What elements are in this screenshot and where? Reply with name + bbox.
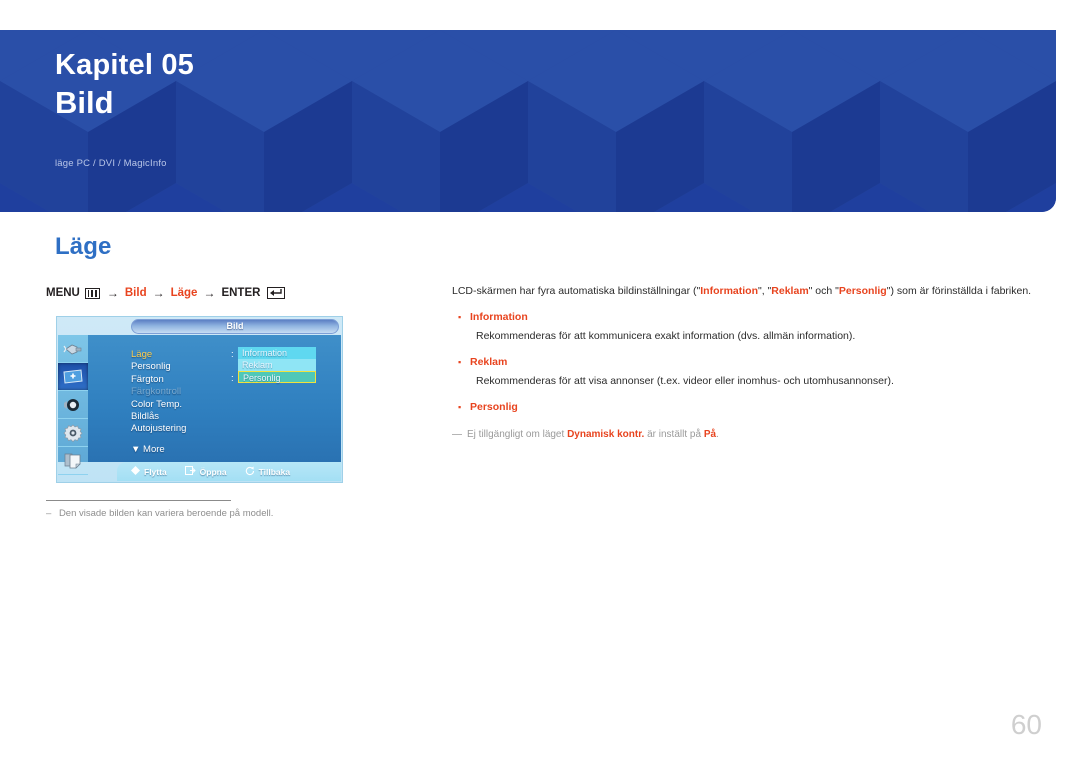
menu-path-breadcrumb: MENU → Bild → Läge → ENTER: [46, 286, 286, 300]
osd-icon-setup-gear[interactable]: [58, 419, 88, 447]
banner-subtitle: läge PC / DVI / MagicInfo: [55, 158, 167, 169]
osd-item-color-temp[interactable]: Color Temp.: [131, 399, 186, 411]
list-item: ▪ Reklam Rekommenderas för att visa anno…: [452, 355, 1022, 389]
note-text-after: .: [716, 429, 719, 440]
body-column: LCD-skärmen har fyra automatiska bildins…: [452, 284, 1031, 442]
osd-item-fargton[interactable]: Färgton: [131, 374, 186, 386]
osd-item-autojustering[interactable]: Autojustering: [131, 423, 186, 435]
osd-item-more[interactable]: ▼ More: [131, 444, 186, 456]
footnote-divider: [46, 500, 231, 501]
menu-path-enter-label: ENTER: [221, 287, 261, 299]
lead-keyword-information: Information: [700, 285, 758, 297]
note-keyword-pa: På: [703, 429, 717, 440]
bullet-desc-information: Rekommenderas för att kommunicera exakt …: [476, 330, 856, 342]
osd-screenshot: Bild Läge Personlig Färgton Färgkontroll…: [56, 316, 343, 483]
osd-footer-bar: Flytta Öppna Tillbaka: [117, 462, 341, 481]
osd-value-reklam[interactable]: Reklam: [238, 359, 316, 371]
bullet-label-information: Information: [470, 311, 528, 323]
osd-icon-input-source[interactable]: [58, 335, 88, 363]
osd-icon-sound[interactable]: [58, 391, 88, 419]
page-title: Läge: [55, 233, 112, 260]
osd-value-panel: Information Reklam Personlig: [238, 347, 316, 383]
footnote-dash: –: [46, 508, 52, 519]
osd-more-label: More: [143, 443, 165, 455]
bullet-square-icon: ▪: [458, 357, 462, 367]
lead-keyword-reklam: Reklam: [771, 285, 809, 297]
osd-value-personlig[interactable]: Personlig: [238, 371, 316, 383]
note-keyword-dynamisk-kontr: Dynamisk kontr.: [567, 429, 645, 440]
menu-path-menu-label: MENU: [46, 287, 80, 299]
bullet-desc-reklam: Rekommenderas för att visa annonser (t.e…: [476, 375, 894, 387]
osd-footer-move-label: Flytta: [144, 466, 167, 477]
lead-keyword-personlig: Personlig: [838, 285, 887, 297]
osd-title-text: Bild: [226, 321, 244, 331]
osd-colon-lage: :: [231, 349, 234, 360]
osd-footer-back[interactable]: Tillbaka: [245, 466, 291, 478]
note-text-before: Ej tillgängligt om läget: [467, 429, 568, 440]
path-arrow-3: →: [203, 286, 216, 300]
menu-path-step-bild: Bild: [124, 287, 147, 299]
osd-menu-list: Läge Personlig Färgton Färgkontroll Colo…: [131, 349, 186, 456]
lead-text-mid2: " och ": [808, 285, 839, 297]
bullet-label-personlig: Personlig: [470, 401, 518, 413]
osd-sidebar: [58, 335, 89, 475]
lead-text-mid1: ", ": [758, 285, 772, 297]
osd-item-personlig[interactable]: Personlig: [131, 361, 186, 373]
move-diamond-icon: [131, 466, 140, 477]
list-item: ▪ Personlig: [452, 400, 1022, 414]
osd-footer-back-label: Tillbaka: [258, 466, 291, 477]
bullet-label-reklam: Reklam: [470, 356, 508, 368]
open-enter-icon: [184, 466, 196, 477]
osd-titlebar: Bild: [131, 319, 339, 334]
chapter-title: Bild: [55, 85, 114, 121]
osd-footer-open[interactable]: Öppna: [184, 466, 227, 477]
osd-item-fargkontroll: Färgkontroll: [131, 386, 182, 398]
triangle-down-icon: ▼: [131, 443, 141, 455]
image-footnote: – Den visade bilden kan variera beroende…: [46, 508, 273, 519]
osd-item-bildlas[interactable]: Bildlås: [131, 411, 186, 423]
page-number: 60: [1010, 709, 1042, 740]
bullet-square-icon: ▪: [458, 402, 462, 412]
osd-icon-picture[interactable]: [58, 363, 88, 391]
menu-bars-icon: [84, 287, 100, 299]
enter-return-icon: [267, 287, 286, 299]
lead-text-after: ") som är förinställda i fabriken.: [886, 285, 1032, 297]
availability-note: ― Ej tillgängligt om läget Dynamisk kont…: [452, 427, 1022, 442]
list-item: ▪ Information Rekommenderas för att komm…: [452, 310, 1022, 344]
lead-paragraph: LCD-skärmen har fyra automatiska bildins…: [452, 284, 1031, 299]
chapter-banner: Kapitel 05 Bild läge PC / DVI / MagicInf…: [0, 30, 1056, 212]
osd-colon-fargton: :: [231, 373, 234, 384]
path-arrow-1: →: [106, 286, 119, 300]
osd-footer-open-label: Öppna: [199, 466, 227, 477]
menu-path-step-lage: Läge: [170, 287, 198, 299]
chapter-number: Kapitel 05: [55, 49, 194, 81]
osd-item-lage[interactable]: Läge: [131, 349, 186, 361]
osd-value-information[interactable]: Information: [238, 347, 316, 359]
osd-icon-multi-control[interactable]: [58, 447, 88, 475]
osd-footer-move[interactable]: Flytta: [131, 466, 167, 477]
path-arrow-2: →: [152, 286, 165, 300]
footnote-text: Den visade bilden kan variera beroende p…: [58, 508, 274, 519]
back-return-icon: [245, 466, 255, 478]
bullet-square-icon: ▪: [458, 312, 462, 322]
note-dash: ―: [452, 429, 462, 440]
lead-text-before: LCD-skärmen har fyra automatiska bildins…: [452, 285, 701, 297]
osd-body: Läge Personlig Färgton Färgkontroll Colo…: [88, 335, 341, 462]
note-text-mid: är inställt på: [644, 429, 704, 440]
